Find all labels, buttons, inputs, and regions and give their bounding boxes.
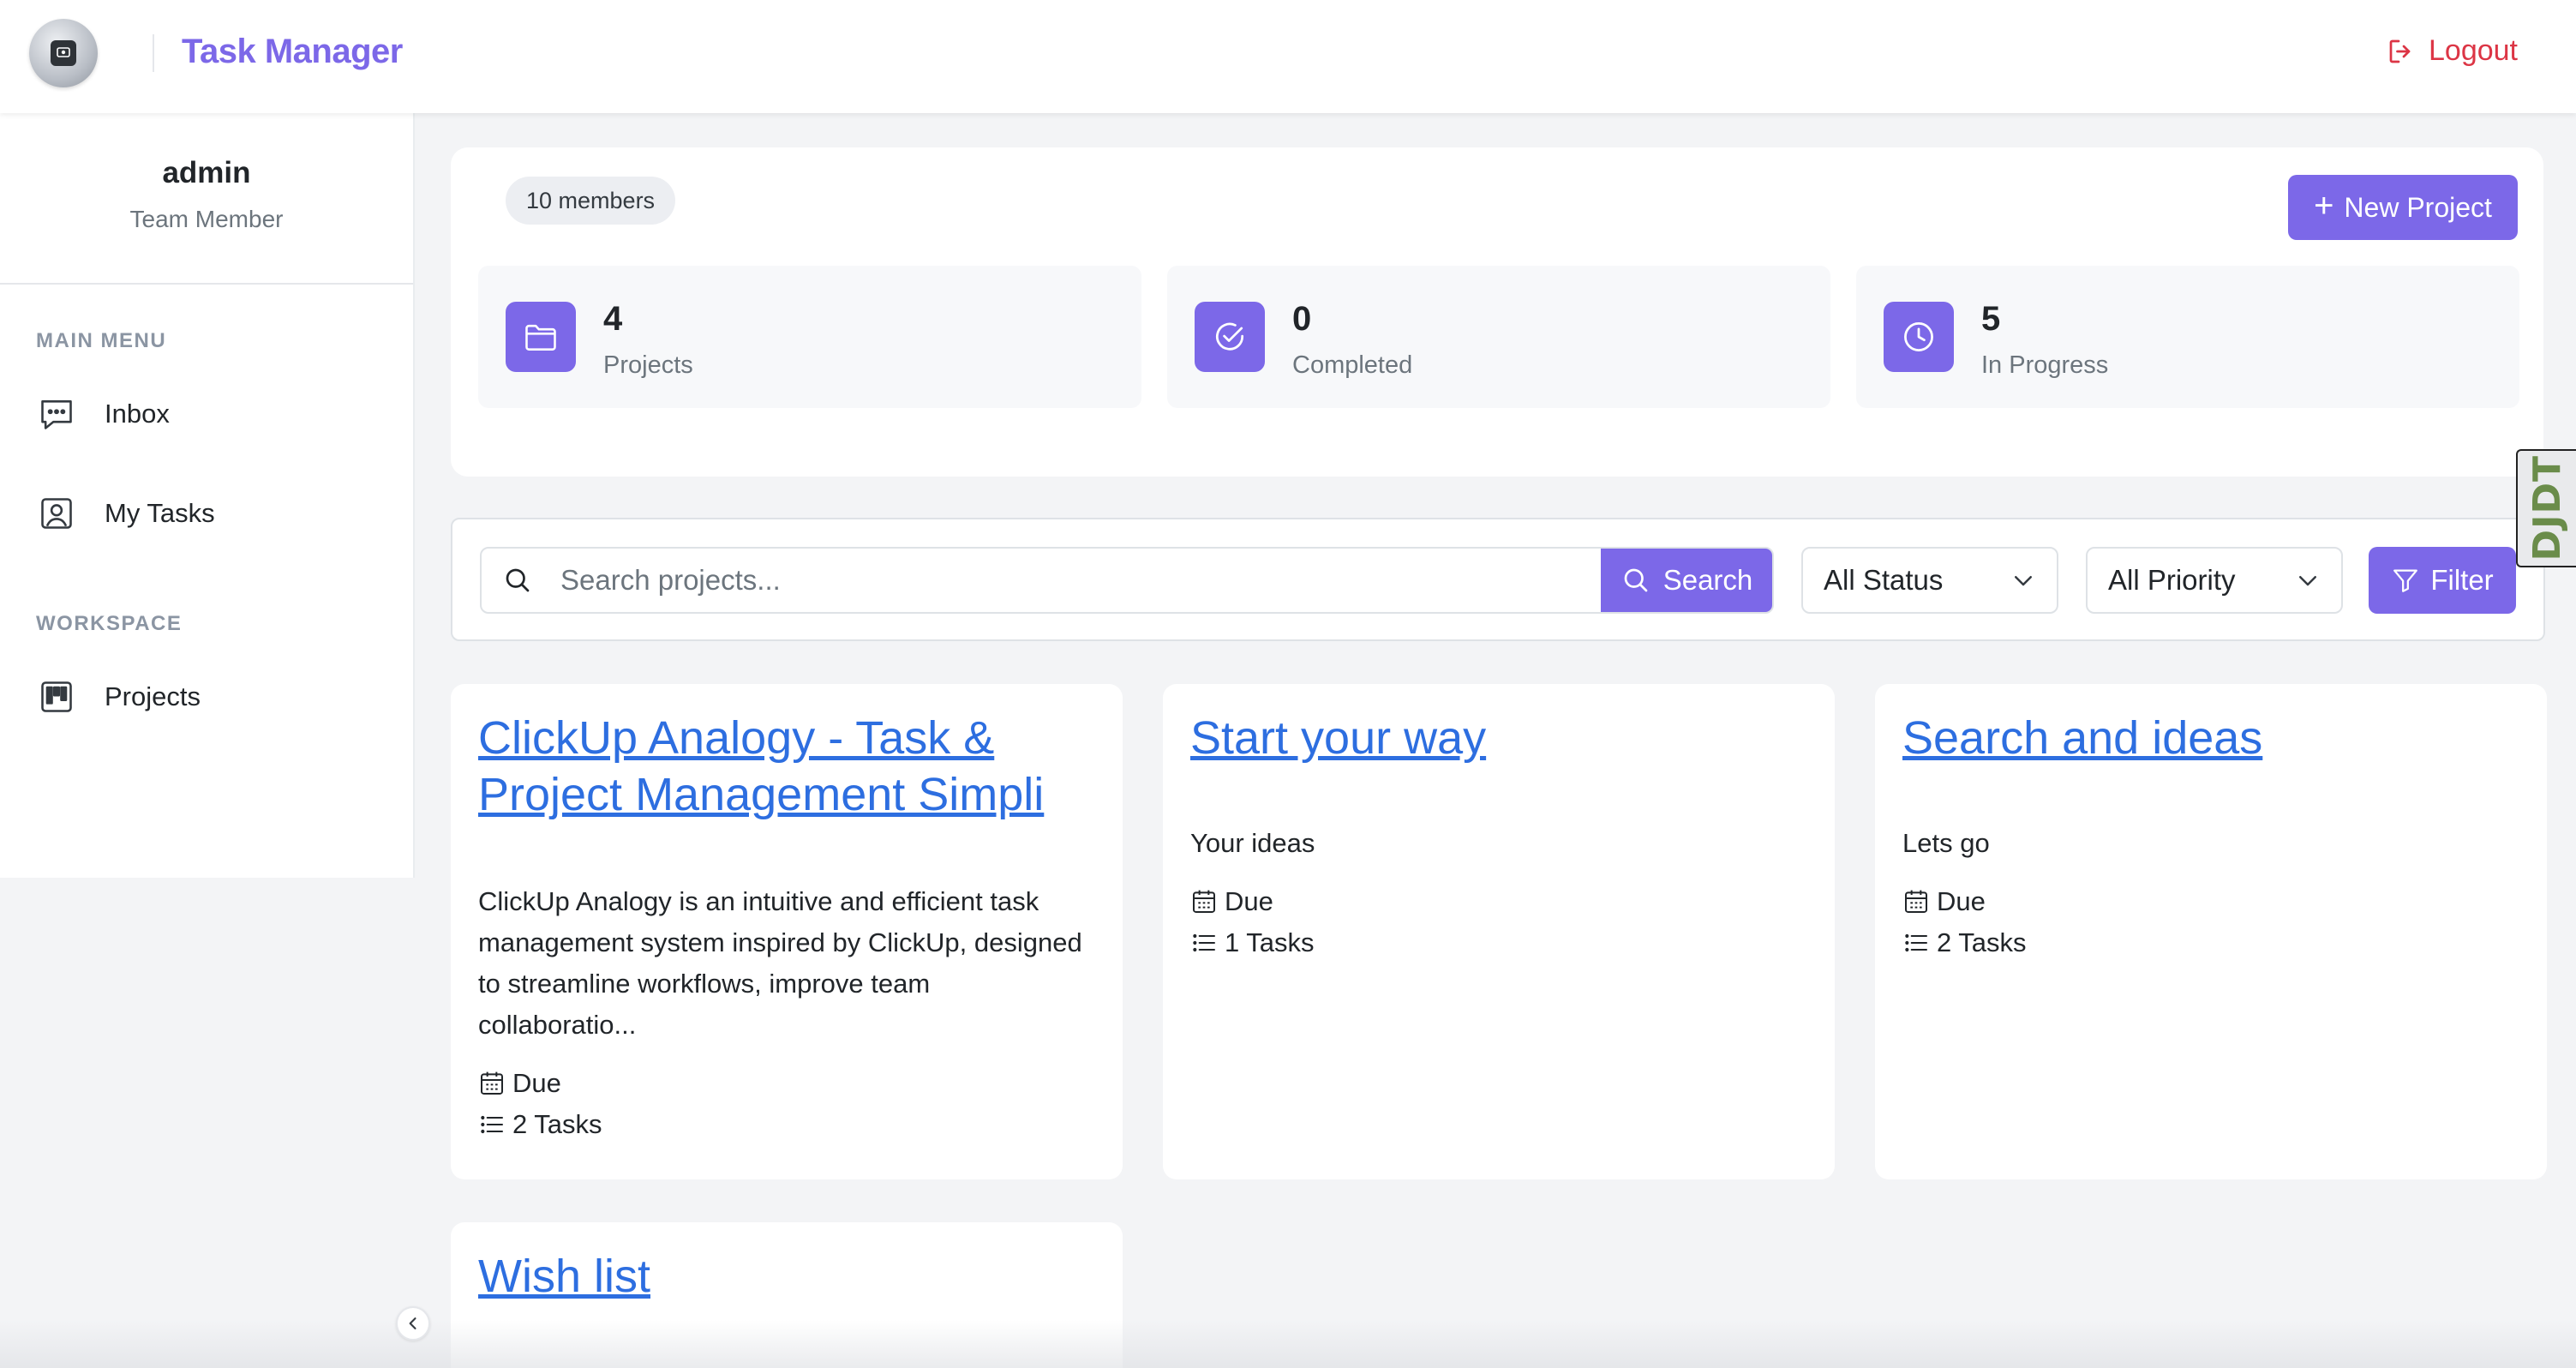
kanban-icon xyxy=(41,681,72,712)
list-icon xyxy=(1193,933,1215,952)
search-button[interactable]: Search xyxy=(1601,549,1772,612)
status-select-value: All Status xyxy=(1824,564,1944,596)
overview-card: 10 members + New Project 4 Projects 0 Co… xyxy=(451,147,2543,477)
members-badge: 10 members xyxy=(506,177,676,225)
stat-completed: 0 Completed xyxy=(1167,266,1830,408)
status-select[interactable]: All Status xyxy=(1801,547,2058,614)
project-tasks-label: 1 Tasks xyxy=(1225,927,1315,957)
project-due: Due xyxy=(478,1063,1095,1104)
funnel-icon xyxy=(2393,569,2418,592)
profile-role: Team Member xyxy=(129,206,284,232)
profile-name: admin xyxy=(162,156,251,189)
project-due-label: Due xyxy=(1225,886,1273,916)
calendar-icon xyxy=(1905,890,1927,913)
stat-projects: 4 Projects xyxy=(478,266,1141,408)
new-project-label: New Project xyxy=(2344,191,2492,223)
clock-icon xyxy=(1884,302,1954,372)
search-group: Search xyxy=(480,547,1774,614)
user-profile: admin Team Member xyxy=(0,113,413,285)
priority-select-value: All Priority xyxy=(2108,564,2236,596)
filter-bar: Search All Status All Priority Filter xyxy=(451,518,2545,641)
debug-toolbar-label: DJDT xyxy=(2525,455,2569,561)
logout-button[interactable]: Logout xyxy=(2386,34,2518,68)
project-task-count: 1 Tasks xyxy=(1190,922,1807,963)
project-task-count: 2 Tasks xyxy=(478,1104,1095,1145)
project-title-link[interactable]: Start your way xyxy=(1190,710,1807,766)
priority-select[interactable]: All Priority xyxy=(2086,547,2343,614)
chevron-down-icon xyxy=(2015,576,2032,586)
check-circle-icon xyxy=(1195,302,1265,372)
project-due-label: Due xyxy=(1937,886,1986,916)
project-card: Start your way Your ideas Due 1 Tasks xyxy=(1163,684,1835,1179)
stat-value: 4 xyxy=(603,300,623,338)
sidebar-collapse-button[interactable] xyxy=(396,1306,430,1341)
search-icon xyxy=(1624,568,1648,592)
navbar-divider xyxy=(153,34,154,72)
app-logo[interactable] xyxy=(29,19,98,87)
project-card: Wish list xyxy=(451,1222,1123,1368)
chat-icon xyxy=(41,400,72,429)
folder-icon xyxy=(506,302,576,372)
sidebar-item-label: Inbox xyxy=(105,399,170,429)
filter-button-label: Filter xyxy=(2430,564,2494,596)
sidebar-section-workspace: WORKSPACE xyxy=(36,612,183,635)
sidebar-item-label: My Tasks xyxy=(105,498,215,528)
project-due: Due xyxy=(1190,881,1807,922)
bottom-fade xyxy=(0,1320,2576,1368)
calendar-icon xyxy=(1193,890,1215,913)
search-icon xyxy=(482,549,554,612)
debug-toolbar-handle[interactable]: DJDT xyxy=(2516,449,2576,567)
filter-button[interactable]: Filter xyxy=(2369,547,2516,614)
project-card: ClickUp Analogy - Task & Project Managem… xyxy=(451,684,1123,1179)
chevron-left-icon xyxy=(409,1317,416,1329)
logo-emblem xyxy=(51,40,76,66)
project-description: Your ideas xyxy=(1190,828,1315,858)
logout-icon xyxy=(2389,39,2411,63)
logout-label: Logout xyxy=(2429,34,2518,67)
sidebar-item-label: Projects xyxy=(105,681,201,711)
project-due-label: Due xyxy=(512,1068,561,1098)
project-description: ClickUp Analogy is an intuitive and effi… xyxy=(478,886,1082,1040)
project-due: Due xyxy=(1902,881,2519,922)
project-description: Lets go xyxy=(1902,828,1990,858)
search-input[interactable] xyxy=(554,549,1601,612)
user-square-icon xyxy=(41,498,72,529)
plus-icon: + xyxy=(2314,187,2334,225)
project-task-count: 2 Tasks xyxy=(1902,922,2519,963)
top-navbar: Task Manager Logout xyxy=(0,0,2576,113)
chevron-down-icon xyxy=(2299,576,2316,586)
stat-value: 5 xyxy=(1981,300,2001,338)
stat-value: 0 xyxy=(1292,300,1312,338)
sidebar-item-projects[interactable]: Projects xyxy=(0,672,413,722)
calendar-icon xyxy=(481,1071,503,1095)
project-title-link[interactable]: ClickUp Analogy - Task & Project Managem… xyxy=(478,710,1095,823)
new-project-button[interactable]: + New Project xyxy=(2288,175,2518,240)
stat-label: In Progress xyxy=(1981,351,2109,379)
list-icon xyxy=(1905,933,1927,952)
project-title-link[interactable]: Wish list xyxy=(478,1248,1095,1305)
project-tasks-label: 2 Tasks xyxy=(1937,927,2027,957)
sidebar-item-inbox[interactable]: Inbox xyxy=(0,389,413,439)
sidebar-item-my-tasks[interactable]: My Tasks xyxy=(0,489,413,538)
stat-in-progress: 5 In Progress xyxy=(1856,266,2519,408)
sidebar: admin Team Member MAIN MENU Inbox My Tas… xyxy=(0,113,415,878)
stat-label: Projects xyxy=(603,351,693,379)
project-card: Search and ideas Lets go Due 2 Tasks xyxy=(1875,684,2547,1179)
project-tasks-label: 2 Tasks xyxy=(512,1109,602,1139)
project-title-link[interactable]: Search and ideas xyxy=(1902,710,2519,766)
search-button-label: Search xyxy=(1662,564,1753,596)
list-icon xyxy=(481,1115,503,1134)
brand-title[interactable]: Task Manager xyxy=(182,33,403,71)
stat-label: Completed xyxy=(1292,351,1413,379)
sidebar-section-main-menu: MAIN MENU xyxy=(36,329,167,352)
